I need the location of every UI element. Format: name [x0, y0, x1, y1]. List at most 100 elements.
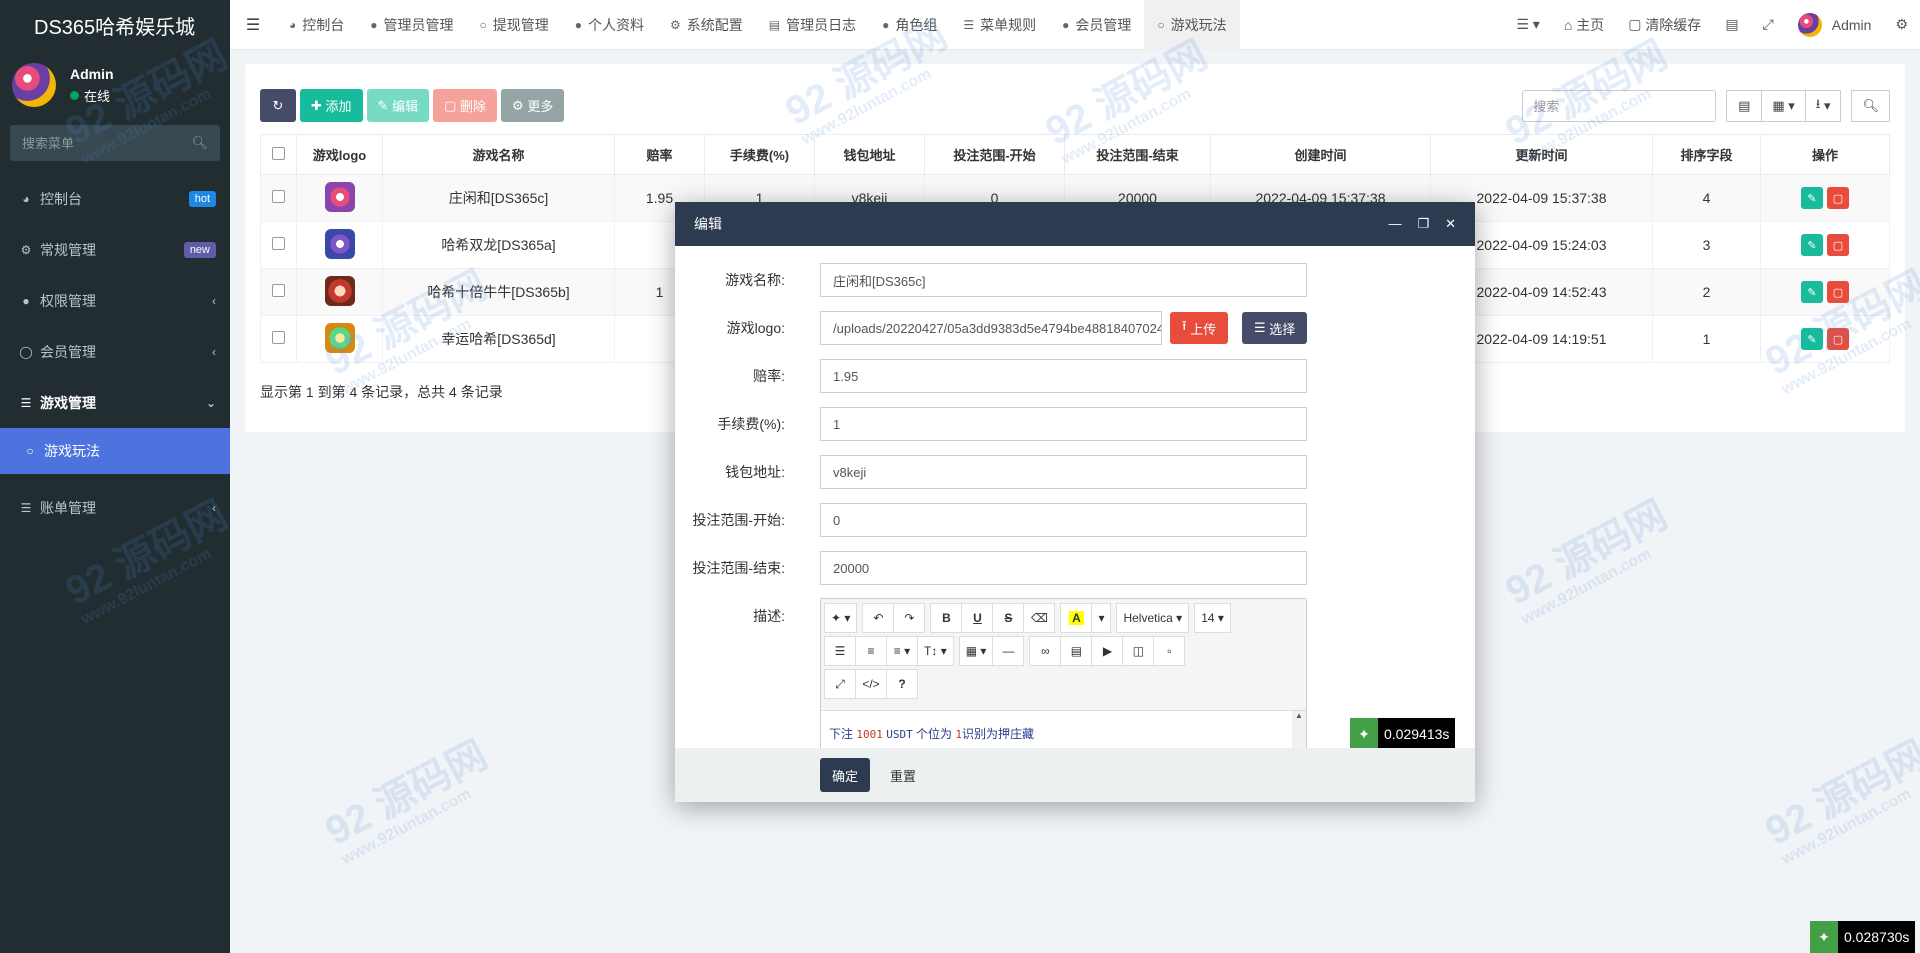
tabs-dropdown-button[interactable]: ☰ ▾	[1504, 16, 1551, 33]
fullscreen-button[interactable]: ⤢	[1751, 16, 1786, 33]
row-checkbox[interactable]	[272, 331, 285, 344]
more-button[interactable]: ⚙ 更多	[501, 89, 565, 122]
choose-button[interactable]: ☰ 选择	[1242, 312, 1308, 344]
sidebar-item-dashboard[interactable]: ◕ 控制台 hot	[0, 173, 230, 224]
video-button[interactable]: ▶	[1091, 636, 1124, 666]
row-edit-button[interactable]: ✎	[1801, 328, 1823, 350]
game-name-input[interactable]: 庄闲和[DS365c]	[820, 263, 1307, 297]
code-view-button[interactable]: </>	[855, 669, 887, 699]
sidebar-item-members[interactable]: ◯ 会员管理 ‹	[0, 326, 230, 377]
image-button[interactable]: ▤	[1060, 636, 1093, 666]
export-button[interactable]: ⭳ ▾	[1804, 90, 1842, 122]
add-button[interactable]: ✚ 添加	[300, 89, 363, 122]
row-select-cell[interactable]	[260, 174, 297, 222]
text-color-button[interactable]: A	[1060, 603, 1093, 633]
delete-button[interactable]: ▢ 删除	[433, 89, 498, 122]
fullscreen-button[interactable]: ⤢	[824, 669, 856, 699]
file-select-button[interactable]: ▫	[1153, 636, 1186, 666]
bet-end-input[interactable]: 20000	[820, 551, 1307, 585]
editor-scrollbar[interactable]: ▲	[1292, 711, 1306, 748]
select-all-checkbox[interactable]	[272, 146, 285, 160]
help-button[interactable]: ?	[886, 669, 918, 699]
minimize-icon[interactable]: —	[1388, 216, 1401, 232]
menu-toggle-icon[interactable]: ☰	[230, 15, 276, 35]
tab-withdraw[interactable]: ○ 提现管理	[467, 0, 562, 50]
sidebar-item-game-play[interactable]: ○ 游戏玩法	[0, 428, 230, 474]
ordered-list-button[interactable]: ≡	[855, 636, 887, 666]
edit-button[interactable]: ✎ 编辑	[366, 89, 430, 122]
col-bet-end[interactable]: 投注范围-结束	[1064, 134, 1211, 175]
col-name[interactable]: 游戏名称	[382, 134, 615, 175]
close-icon[interactable]: ✕	[1445, 216, 1456, 232]
image-select-button[interactable]: ◫	[1122, 636, 1155, 666]
brand-title[interactable]: DS365哈希娱乐城	[0, 0, 230, 50]
unordered-list-button[interactable]: ☰	[824, 636, 856, 666]
paragraph-align-button[interactable]: ≡ ▾	[886, 636, 918, 666]
ok-button[interactable]: 确定	[820, 758, 871, 792]
editor-content[interactable]: 下注 1001 USDT 个位为 1识别为押庄藏	[821, 711, 1306, 748]
home-link[interactable]: ⌂ 主页	[1552, 15, 1616, 35]
reset-button[interactable]: 重置	[890, 766, 916, 785]
col-wallet[interactable]: 钱包地址	[814, 134, 925, 175]
col-updated[interactable]: 更新时间	[1430, 134, 1653, 175]
tab-role-group[interactable]: ● 角色组	[869, 0, 950, 50]
undo-button[interactable]: ↶	[862, 603, 895, 633]
tab-admin[interactable]: ● 管理员管理	[357, 0, 466, 50]
horizontal-rule-button[interactable]: —	[992, 636, 1025, 666]
col-created[interactable]: 创建时间	[1210, 134, 1431, 175]
search-icon[interactable]: 🔍︎	[191, 135, 208, 151]
game-logo-image[interactable]	[324, 181, 355, 212]
clear-cache-button[interactable]: ▢ 清除缓存	[1616, 15, 1713, 35]
font-family-select[interactable]: Helvetica ▾	[1116, 603, 1190, 633]
odds-input[interactable]: 1.95	[820, 359, 1307, 393]
user-menu[interactable]: Admin	[1786, 12, 1884, 37]
settings-button[interactable]: ⚙	[1883, 16, 1920, 33]
row-edit-button[interactable]: ✎	[1801, 281, 1823, 303]
row-edit-button[interactable]: ✎	[1801, 187, 1823, 209]
sidebar-item-game-management[interactable]: ☰ 游戏管理 ⌄	[0, 377, 230, 428]
line-height-button[interactable]: T↕ ▾	[917, 636, 954, 666]
table-search-input[interactable]	[1522, 90, 1717, 122]
columns-button[interactable]: ▦ ▾	[1761, 90, 1806, 122]
tab-members[interactable]: ● 会员管理	[1049, 0, 1144, 50]
toggle-view-button[interactable]: ▤	[1726, 90, 1763, 122]
redo-button[interactable]: ↷	[893, 603, 926, 633]
sidebar-item-bills[interactable]: ☰ 账单管理 ‹	[0, 482, 230, 533]
game-logo-image[interactable]	[324, 322, 355, 353]
row-delete-button[interactable]: ▢	[1827, 281, 1849, 303]
tab-admin-log[interactable]: ▤ 管理员日志	[756, 0, 869, 50]
maximize-icon[interactable]: ❐	[1417, 216, 1429, 232]
row-edit-button[interactable]: ✎	[1801, 234, 1823, 256]
row-checkbox[interactable]	[272, 284, 285, 297]
bold-button[interactable]: B	[930, 603, 963, 633]
text-color-dropdown[interactable]: ▾	[1091, 603, 1112, 633]
game-logo-image[interactable]	[324, 228, 355, 259]
strikethrough-button[interactable]: S	[992, 603, 1025, 633]
bet-start-input[interactable]: 0	[820, 503, 1307, 537]
upload-button[interactable]: ⭱ 上传	[1170, 312, 1229, 344]
tab-config[interactable]: ⚙ 系统配置	[657, 0, 756, 50]
game-logo-image[interactable]	[324, 275, 355, 306]
row-select-cell[interactable]	[260, 221, 297, 269]
col-bet-start[interactable]: 投注范围-开始	[924, 134, 1065, 175]
row-checkbox[interactable]	[272, 237, 285, 250]
row-select-cell[interactable]	[260, 315, 297, 363]
font-size-select[interactable]: 14 ▾	[1194, 603, 1231, 633]
table-insert-button[interactable]: ▦ ▾	[958, 636, 994, 666]
col-odds[interactable]: 赔率	[614, 134, 705, 175]
underline-button[interactable]: U	[961, 603, 994, 633]
sidebar-item-general[interactable]: ⚙ 常规管理 new	[0, 224, 230, 275]
row-delete-button[interactable]: ▢	[1827, 234, 1849, 256]
row-checkbox[interactable]	[272, 190, 285, 203]
wallet-input[interactable]: v8keji	[820, 455, 1307, 489]
advanced-search-button[interactable]: 🔍︎	[1851, 90, 1890, 122]
tab-menu-rules[interactable]: ☰ 菜单规则	[950, 0, 1049, 50]
refresh-button[interactable]: ↻	[260, 89, 296, 122]
sidebar-item-permission[interactable]: ● 权限管理 ‹	[0, 275, 230, 326]
col-logo[interactable]: 游戏logo	[296, 134, 383, 175]
modal-header[interactable]: 编辑 — ❐ ✕	[675, 202, 1475, 246]
link-button[interactable]: ∞	[1029, 636, 1062, 666]
row-delete-button[interactable]: ▢	[1827, 328, 1849, 350]
tab-dashboard[interactable]: ◕ 控制台	[276, 0, 357, 50]
col-fee[interactable]: 手续费(%)	[704, 134, 815, 175]
